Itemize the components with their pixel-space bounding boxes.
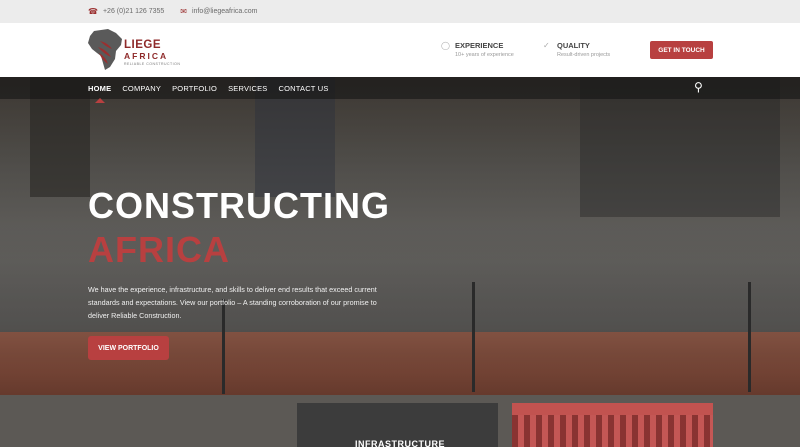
logo[interactable]: LIEGE AFRICA RELIABLE CONSTRUCTION [88,29,180,73]
service-card[interactable] [512,403,713,447]
hero-title: CONSTRUCTING [88,185,390,226]
nav-item-services[interactable]: SERVICES [228,84,267,93]
feature-subtitle: Result-driven projects [557,52,611,58]
service-card-label: INFRASTRUCTURE [355,439,445,447]
nav-item-contact-us[interactable]: CONTACT US [279,84,329,93]
hero-description: We have the experience, infrastructure, … [88,285,377,320]
nav-item-company[interactable]: COMPANY [122,84,161,93]
phone-contact[interactable]: ☎ +26 (0)21 126 7355 [88,6,164,16]
email-contact[interactable]: ✉ info@liegeafrica.com [180,6,257,16]
check-icon: ✓ [543,41,550,50]
get-in-touch-button[interactable]: GET IN TOUCH [650,41,713,59]
service-card-infrastructure[interactable]: INFRASTRUCTURE [297,403,498,447]
email-address[interactable]: info@liegeafrica.com [192,8,257,15]
feature-experience: ◯ EXPERIENCE 10+ years of experience [441,41,514,58]
logo-subname: AFRICA [124,51,169,61]
medal-icon: ◯ [441,41,450,50]
feature-title: QUALITY [557,41,590,50]
hero-title-accent: AFRICA [88,229,230,270]
view-portfolio-button[interactable]: VIEW PORTFOLIO [88,336,169,360]
contact-bar: ☎ +26 (0)21 126 7355 ✉ info@liegeafrica.… [0,0,800,23]
main-nav: HOME COMPANY PORTFOLIO SERVICES CONTACT … [0,77,800,103]
search-icon[interactable]: ⚲ [694,81,703,93]
logo-name: LIEGE [124,39,162,51]
phone-icon: ☎ [88,6,98,16]
feature-subtitle: 10+ years of experience [455,52,514,58]
site-header: LIEGE AFRICA RELIABLE CONSTRUCTION ◯ EXP… [0,23,800,77]
hero-photo-rebar [472,282,475,392]
hero-photo-rebar [748,282,751,392]
mail-icon: ✉ [180,6,187,16]
nav-item-portfolio[interactable]: PORTFOLIO [172,84,217,93]
feature-title: EXPERIENCE [455,41,504,50]
feature-quality: ✓ QUALITY Result-driven projects [543,41,610,58]
phone-number[interactable]: +26 (0)21 126 7355 [103,8,164,15]
africa-map-icon [88,29,122,70]
logo-tagline: RELIABLE CONSTRUCTION [124,62,181,66]
service-card-image [512,415,713,447]
nav-item-home[interactable]: HOME [88,84,111,103]
